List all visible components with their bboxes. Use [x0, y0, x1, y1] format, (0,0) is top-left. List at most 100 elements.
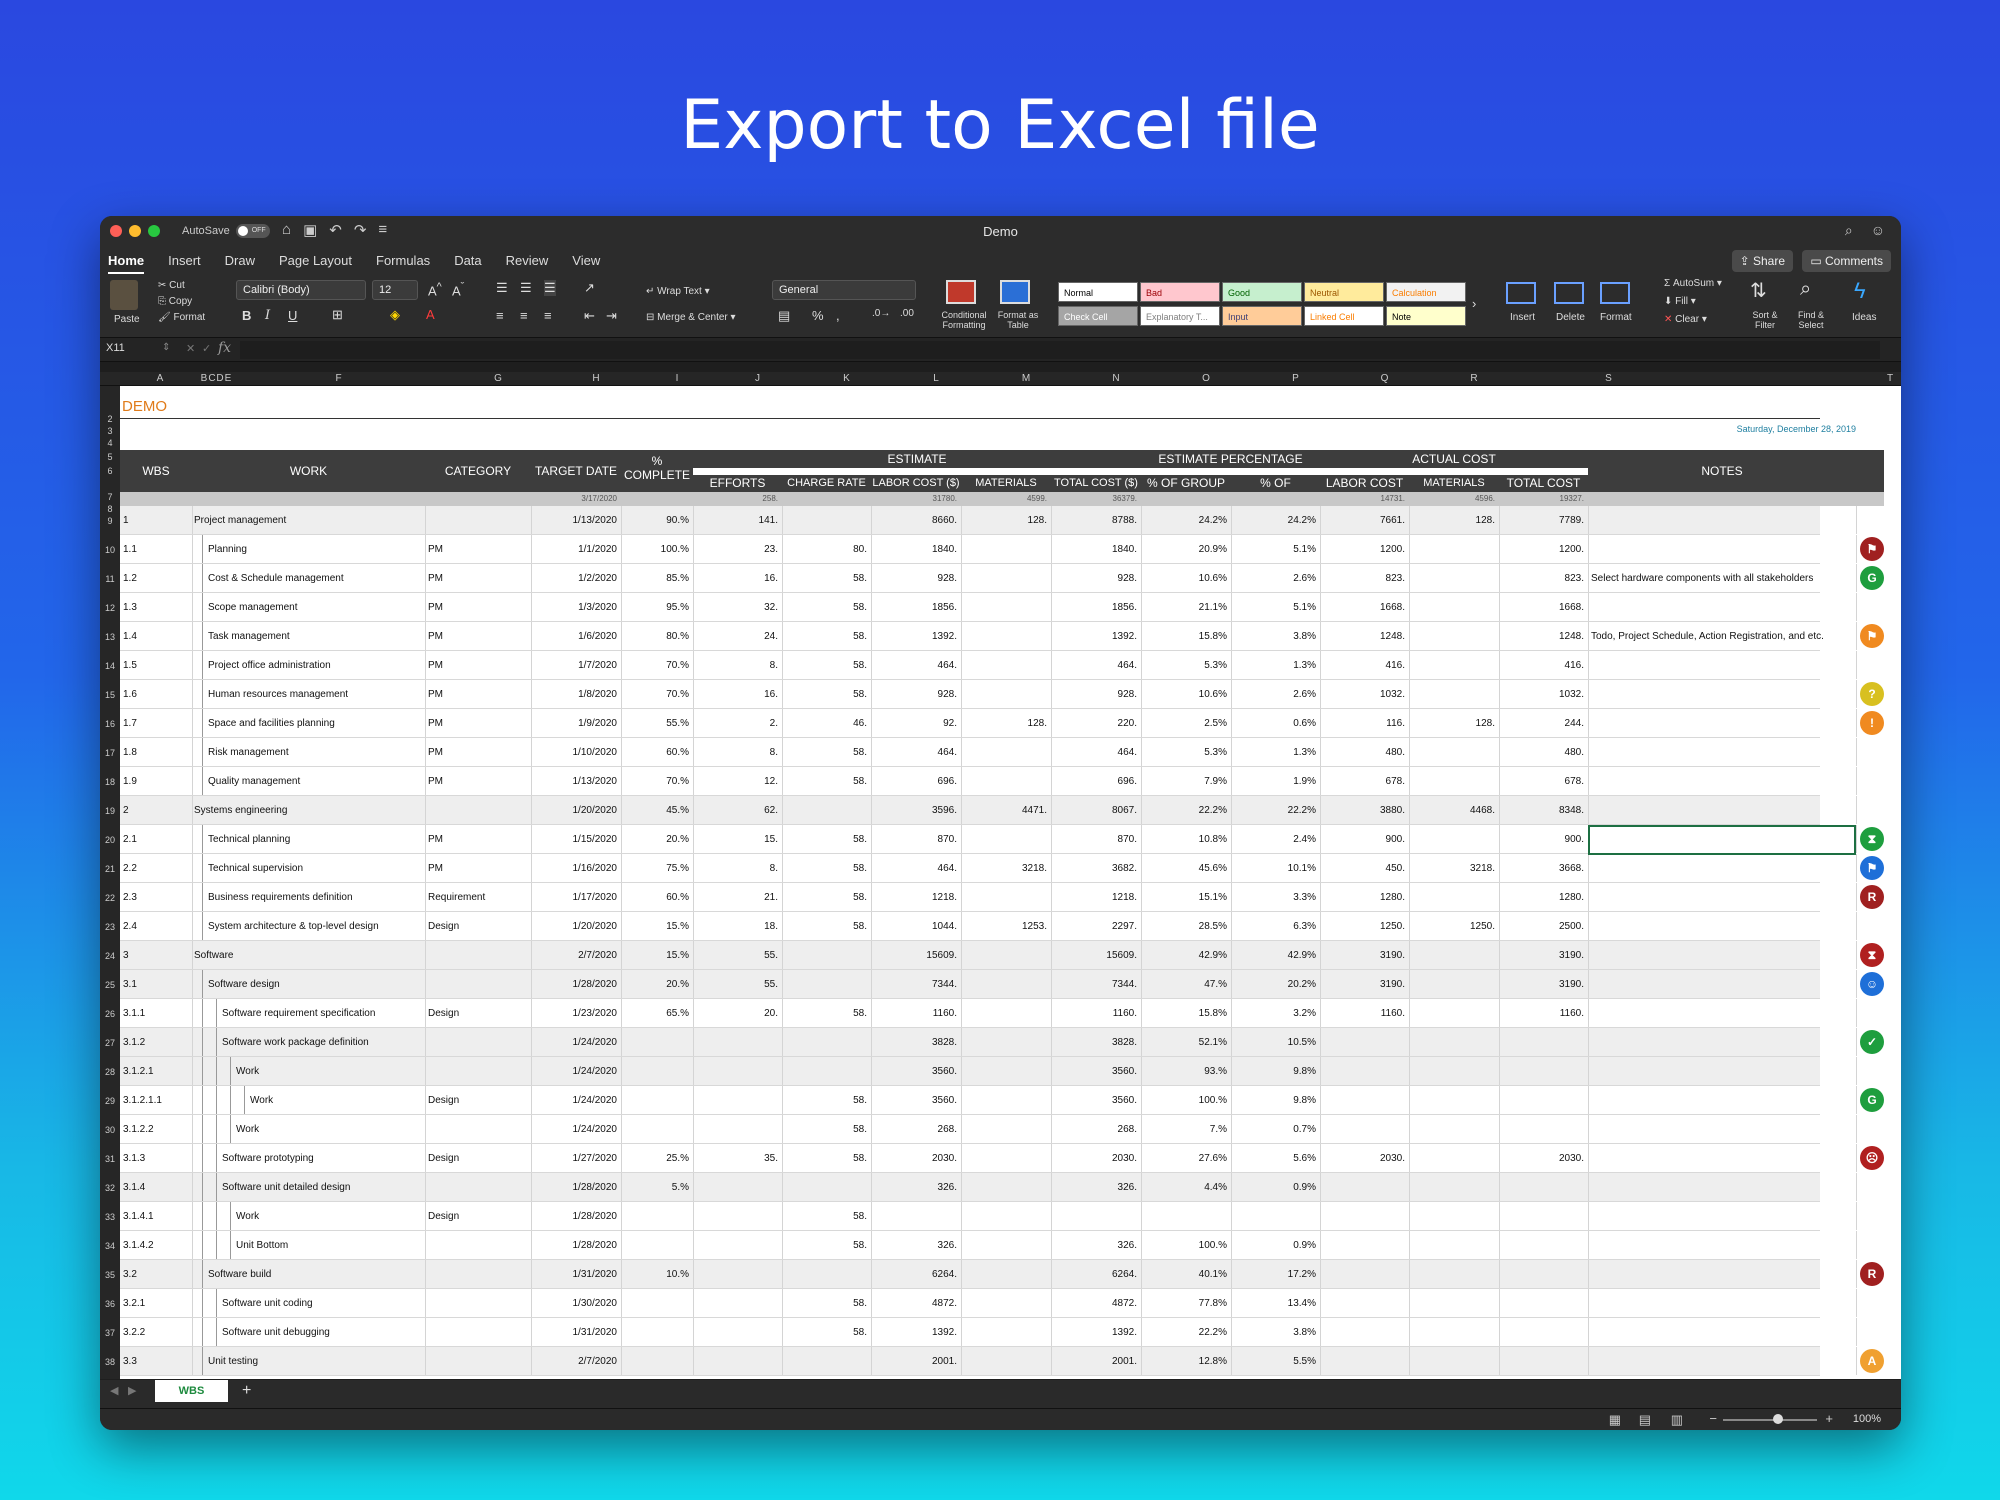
column-header-r[interactable]: R — [1429, 373, 1519, 384]
cell-rate[interactable]: 58. — [785, 999, 870, 1027]
cell-pct[interactable]: 25.% — [624, 1144, 692, 1172]
cell-rate[interactable]: 80. — [785, 535, 870, 563]
cell-cat[interactable] — [428, 1289, 530, 1317]
cell-work[interactable]: Work — [250, 1086, 424, 1114]
fill-button[interactable]: ⬇ Fill ▾ — [1664, 296, 1696, 307]
cell-at[interactable] — [1502, 1289, 1587, 1317]
cell-total[interactable]: 464. — [1054, 738, 1140, 766]
cell-wbs[interactable]: 3 — [123, 941, 191, 969]
cell-eff[interactable]: 62. — [696, 796, 781, 824]
cell-note[interactable] — [1591, 767, 1855, 795]
increase-font-icon[interactable]: A^ — [428, 281, 442, 298]
tab-review[interactable]: Review — [506, 253, 549, 274]
cell-note[interactable]: Select hardware components with all stak… — [1591, 564, 1855, 592]
cell-pg[interactable]: 7.9% — [1144, 767, 1230, 795]
italic-icon[interactable]: I — [265, 308, 270, 323]
cell-pct[interactable]: 5.% — [624, 1173, 692, 1201]
column-header-d[interactable]: D — [216, 373, 224, 384]
cell-al[interactable]: 3190. — [1323, 970, 1408, 998]
cell-pg[interactable]: 45.6% — [1144, 854, 1230, 882]
cell-wbs[interactable]: 1 — [123, 506, 191, 534]
cell-mat[interactable] — [964, 1231, 1050, 1259]
cell-labor[interactable]: 1044. — [874, 912, 960, 940]
cell-al[interactable] — [1323, 1231, 1408, 1259]
format-cells-icon[interactable] — [1600, 282, 1630, 304]
cell-am[interactable] — [1412, 535, 1498, 563]
header-estimate-percentage[interactable]: ESTIMATE PERCENTAGE — [1141, 450, 1320, 468]
tab-view[interactable]: View — [572, 253, 600, 274]
header-actual-labor[interactable]: LABOR COST — [1320, 475, 1409, 492]
style-neutral[interactable]: Neutral — [1304, 282, 1384, 302]
cell-labor[interactable]: 696. — [874, 767, 960, 795]
cell-date[interactable]: 1/16/2020 — [534, 854, 620, 882]
cell-wbs[interactable]: 1.8 — [123, 738, 191, 766]
cell-pct[interactable]: 85.% — [624, 564, 692, 592]
status-icon[interactable]: G — [1860, 1088, 1884, 1112]
zoom-out-icon[interactable]: − — [1709, 1411, 1717, 1426]
cell-pct[interactable] — [624, 1028, 692, 1056]
cell-wbs[interactable]: 3.3 — [123, 1347, 191, 1375]
cell-am[interactable] — [1412, 680, 1498, 708]
header-category[interactable]: CATEGORY — [425, 450, 531, 492]
cell-am[interactable] — [1412, 1115, 1498, 1143]
row-number[interactable]: 23 — [100, 922, 120, 932]
insert-label[interactable]: Insert — [1510, 312, 1535, 323]
cell-cat[interactable] — [428, 1231, 530, 1259]
status-icon[interactable]: ? — [1860, 682, 1884, 706]
add-sheet-button[interactable]: + — [242, 1382, 251, 1400]
cell-al[interactable]: 1200. — [1323, 535, 1408, 563]
cell-date[interactable]: 1/24/2020 — [534, 1086, 620, 1114]
orientation-icon[interactable]: ↗ — [584, 280, 595, 296]
row-number[interactable]: 4 — [100, 438, 120, 448]
cell-pct[interactable] — [624, 1115, 692, 1143]
cell-labor[interactable]: 1160. — [874, 999, 960, 1027]
cell-pp[interactable]: 3.8% — [1234, 622, 1319, 650]
cell-rate[interactable]: 58. — [785, 622, 870, 650]
cell-at[interactable]: 678. — [1502, 767, 1587, 795]
name-box[interactable]: X11 — [106, 342, 125, 354]
table-row[interactable]: 3.1.3 Software prototyping Design 1/27/2020… — [120, 1144, 1857, 1173]
table-row[interactable]: 1 Project management 1/13/2020 90.% 141. 8660… — [120, 506, 1857, 535]
style-bad[interactable]: Bad — [1140, 282, 1220, 302]
cell-note[interactable] — [1591, 1144, 1855, 1172]
table-row[interactable]: 3.1.2 Software work package definition 1/2… — [120, 1028, 1857, 1057]
cell-eff[interactable]: 16. — [696, 564, 781, 592]
zoom-in-icon[interactable]: + — [1825, 1411, 1833, 1426]
row-number[interactable]: 31 — [100, 1154, 120, 1164]
find-select-icon[interactable]: ⌕ — [1800, 278, 1811, 301]
cell-al[interactable]: 1250. — [1323, 912, 1408, 940]
tab-data[interactable]: Data — [454, 253, 481, 274]
cell-total[interactable]: 928. — [1054, 680, 1140, 708]
cell-note[interactable] — [1591, 941, 1855, 969]
underline-icon[interactable]: U — [288, 308, 297, 323]
cell-note[interactable] — [1591, 680, 1855, 708]
cell-note[interactable] — [1591, 651, 1855, 679]
column-header-i[interactable]: I — [641, 373, 713, 384]
column-header-j[interactable]: J — [713, 373, 802, 384]
table-row[interactable]: 2.4 System architecture & top-level desig… — [120, 912, 1857, 941]
column-header-h[interactable]: H — [551, 373, 641, 384]
cell-pg[interactable]: 21.1% — [1144, 593, 1230, 621]
cell-work[interactable]: Unit Bottom — [236, 1231, 424, 1259]
table-row[interactable]: 1.3 Scope management PM 1/3/2020 95.% 32. 58. 1… — [120, 593, 1857, 622]
cell-work[interactable]: Scope management — [208, 593, 424, 621]
cell-pct[interactable]: 80.% — [624, 622, 692, 650]
column-header-q[interactable]: Q — [1340, 373, 1429, 384]
column-header-e[interactable]: E — [224, 373, 232, 384]
cell-cat[interactable]: PM — [428, 825, 530, 853]
cell-al[interactable] — [1323, 1202, 1408, 1230]
cell-al[interactable] — [1323, 1115, 1408, 1143]
merge-center-button[interactable]: ⊟ Merge & Center ▾ — [646, 312, 736, 323]
name-box-stepper-icon[interactable]: ⇕ — [162, 342, 170, 353]
tab-home[interactable]: Home — [108, 253, 145, 274]
indent-increase-icon[interactable]: ⇥ — [606, 308, 617, 324]
status-icon[interactable]: ! — [1860, 711, 1884, 735]
cell-note[interactable] — [1591, 1057, 1855, 1085]
cell-at[interactable]: 244. — [1502, 709, 1587, 737]
tab-page-layout[interactable]: Page Layout — [279, 253, 352, 274]
align-right-icon[interactable]: ≡ — [544, 308, 552, 323]
cell-rate[interactable]: 58. — [785, 564, 870, 592]
cell-wbs[interactable]: 3.1 — [123, 970, 191, 998]
cell-work[interactable]: Human resources management — [208, 680, 424, 708]
cell-mat[interactable] — [964, 1289, 1050, 1317]
